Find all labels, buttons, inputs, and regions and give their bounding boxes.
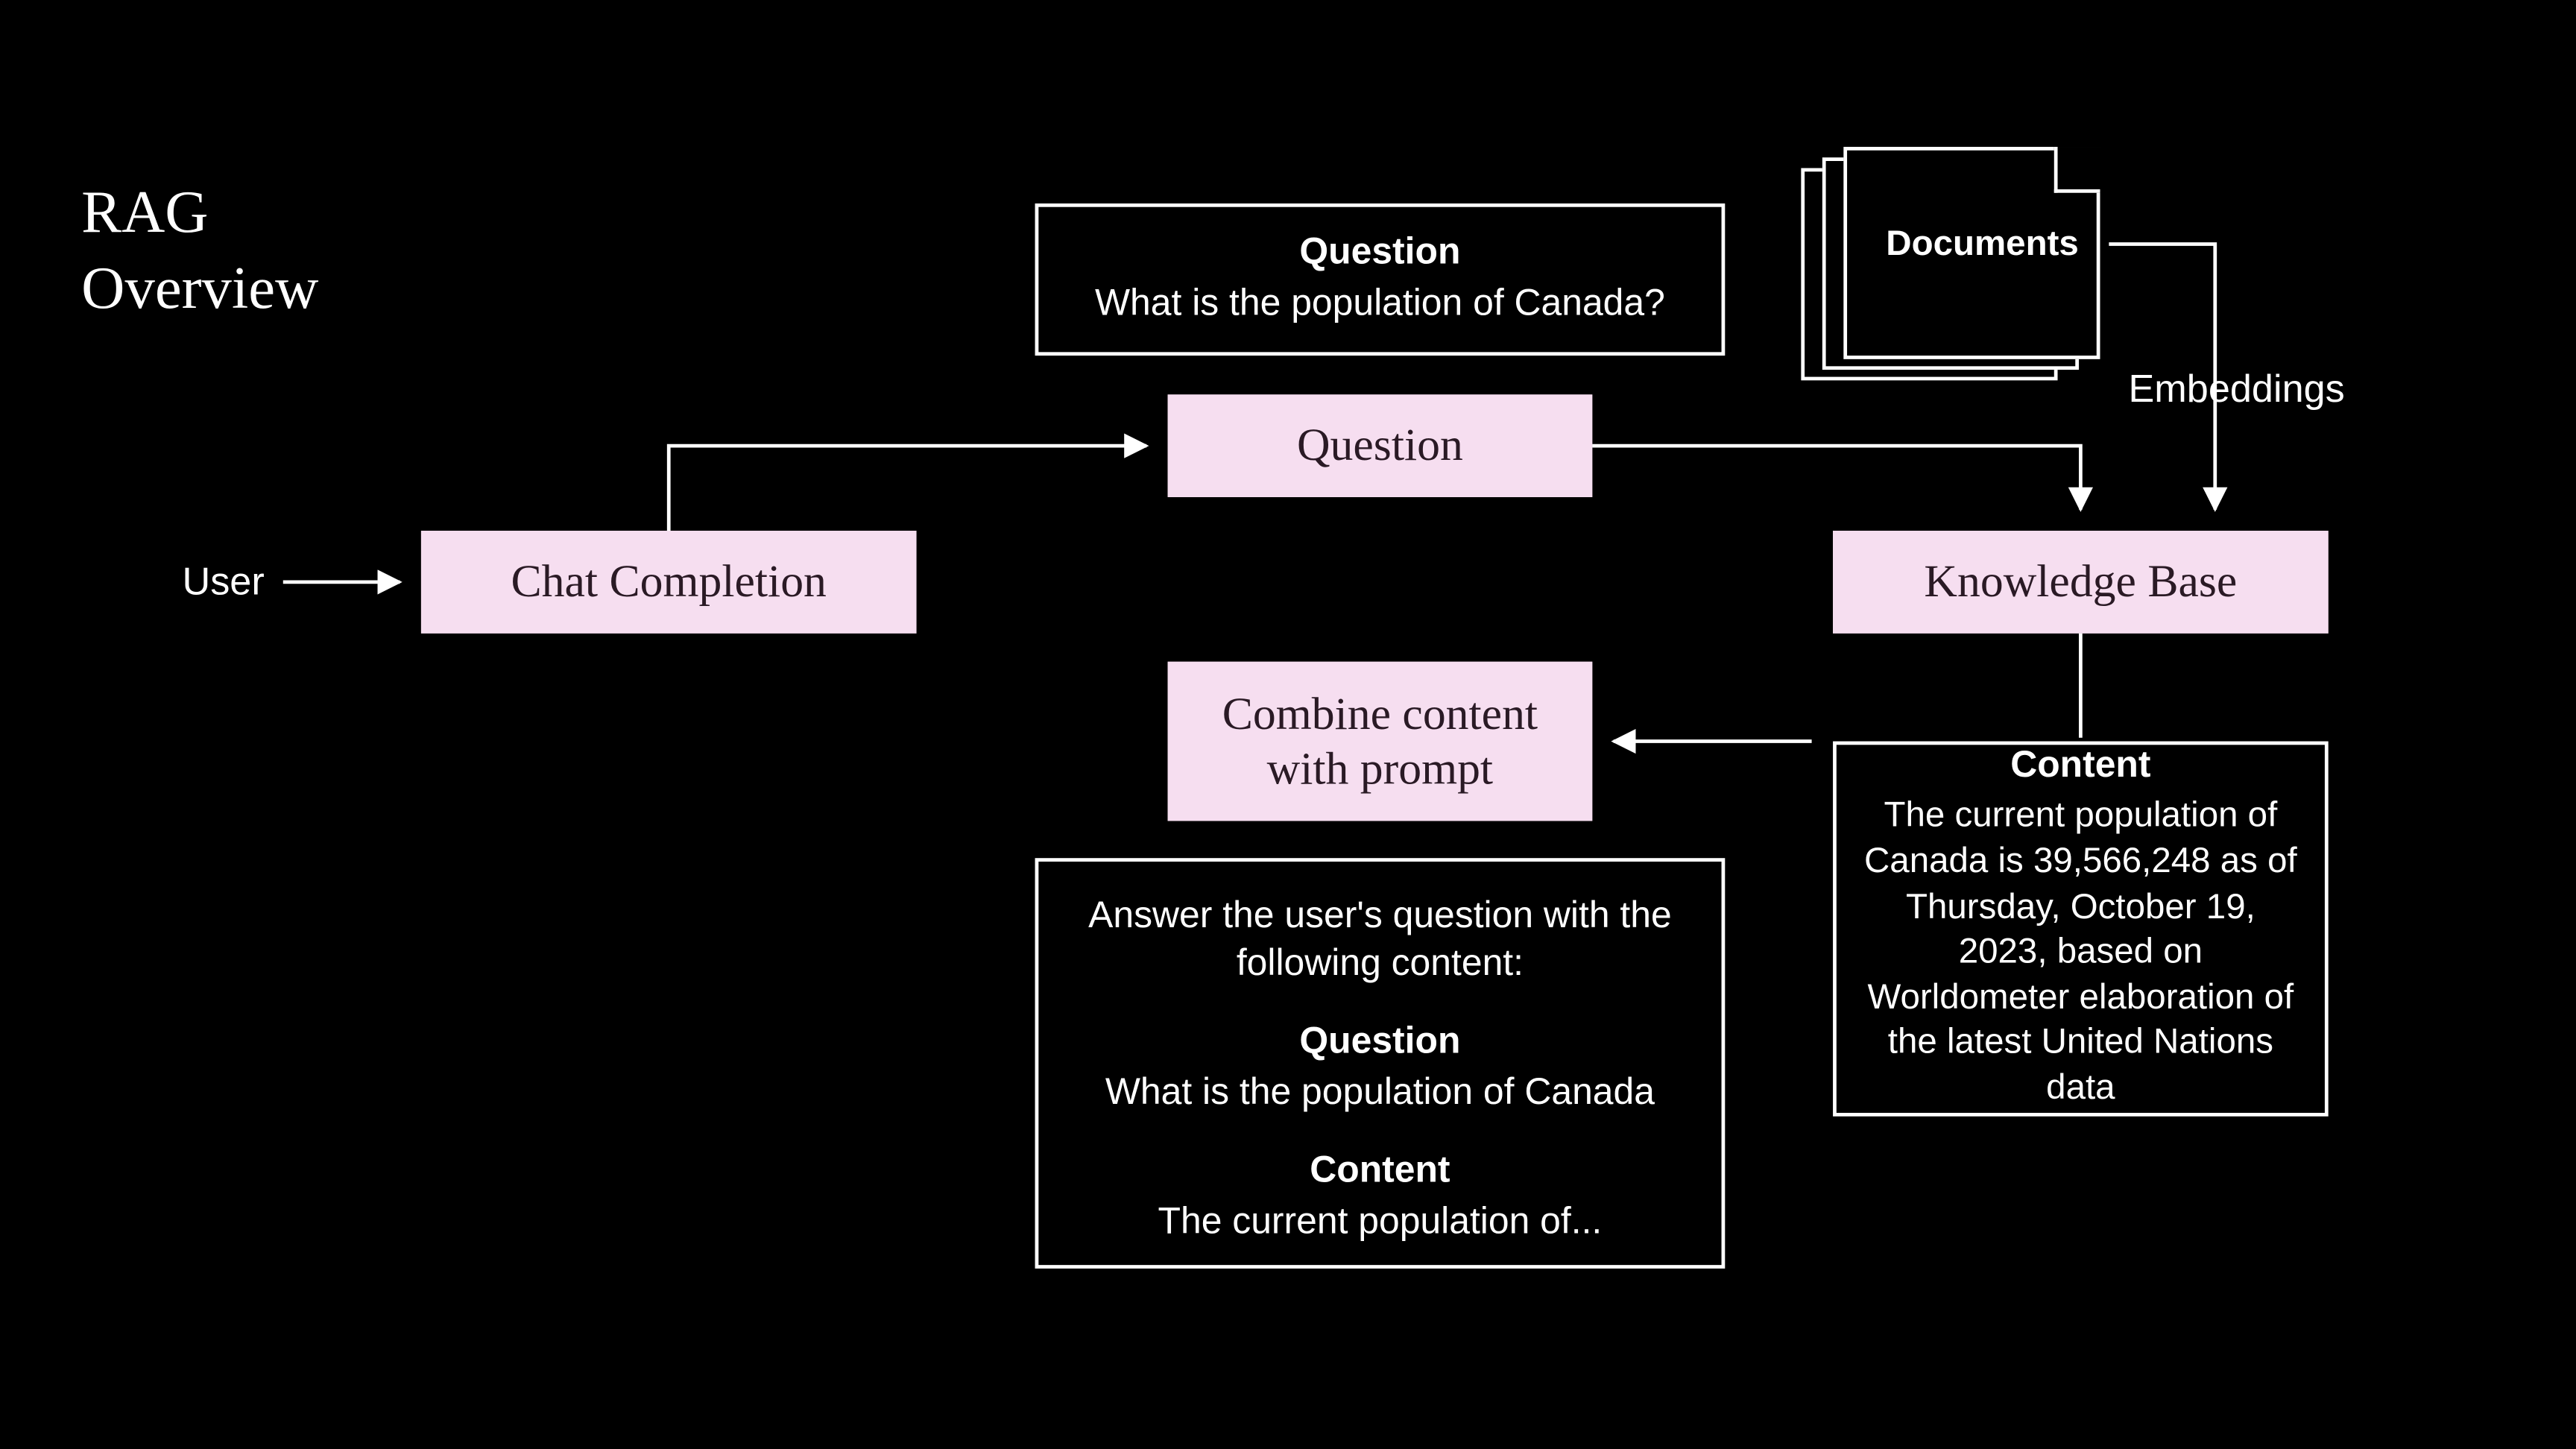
question-example-box: Question What is the population of Canad… [1035, 203, 1726, 356]
content-body: The current population of Canada is 39,5… [1857, 795, 2303, 1112]
question-body: What is the population of Canada? [1095, 280, 1665, 328]
node-chat-completion: Chat Completion [421, 531, 917, 634]
node-knowledge-base: Knowledge Base [1833, 531, 2329, 634]
node-label: Knowledge Base [1907, 555, 2255, 610]
title-line-1: RAG [81, 177, 318, 252]
node-question: Question [1168, 394, 1593, 497]
combine-line-1: Combine content [1222, 686, 1538, 742]
node-label: Combine content with prompt [1205, 686, 1556, 797]
combined-prompt-box: Answer the user's question with the foll… [1035, 858, 1726, 1269]
prompt-question-body: What is the population of Canada [1105, 1070, 1655, 1117]
content-box: Content The current population of Canada… [1833, 742, 2329, 1117]
prompt-content-header: Content [1310, 1149, 1450, 1192]
embeddings-label: Embeddings [2128, 366, 2344, 412]
question-header: Question [1299, 231, 1460, 274]
prompt-question-header: Question [1299, 1020, 1460, 1063]
combine-line-2: with prompt [1222, 742, 1538, 797]
title-line-2: Overview [81, 252, 318, 327]
prompt-intro: Answer the user's question with the foll… [1060, 894, 1700, 989]
node-combine: Combine content with prompt [1168, 662, 1593, 821]
rag-overview-diagram: RAG Overview User Embeddings Documents C… [0, 0, 2576, 1449]
prompt-content-body: The current population of... [1158, 1199, 1603, 1246]
content-header: Content [2010, 745, 2150, 788]
node-label: Chat Completion [493, 555, 845, 610]
slide-title: RAG Overview [81, 177, 318, 327]
node-label: Question [1279, 418, 1480, 473]
documents-label: Documents [1886, 224, 2079, 265]
user-label: User [182, 559, 264, 605]
